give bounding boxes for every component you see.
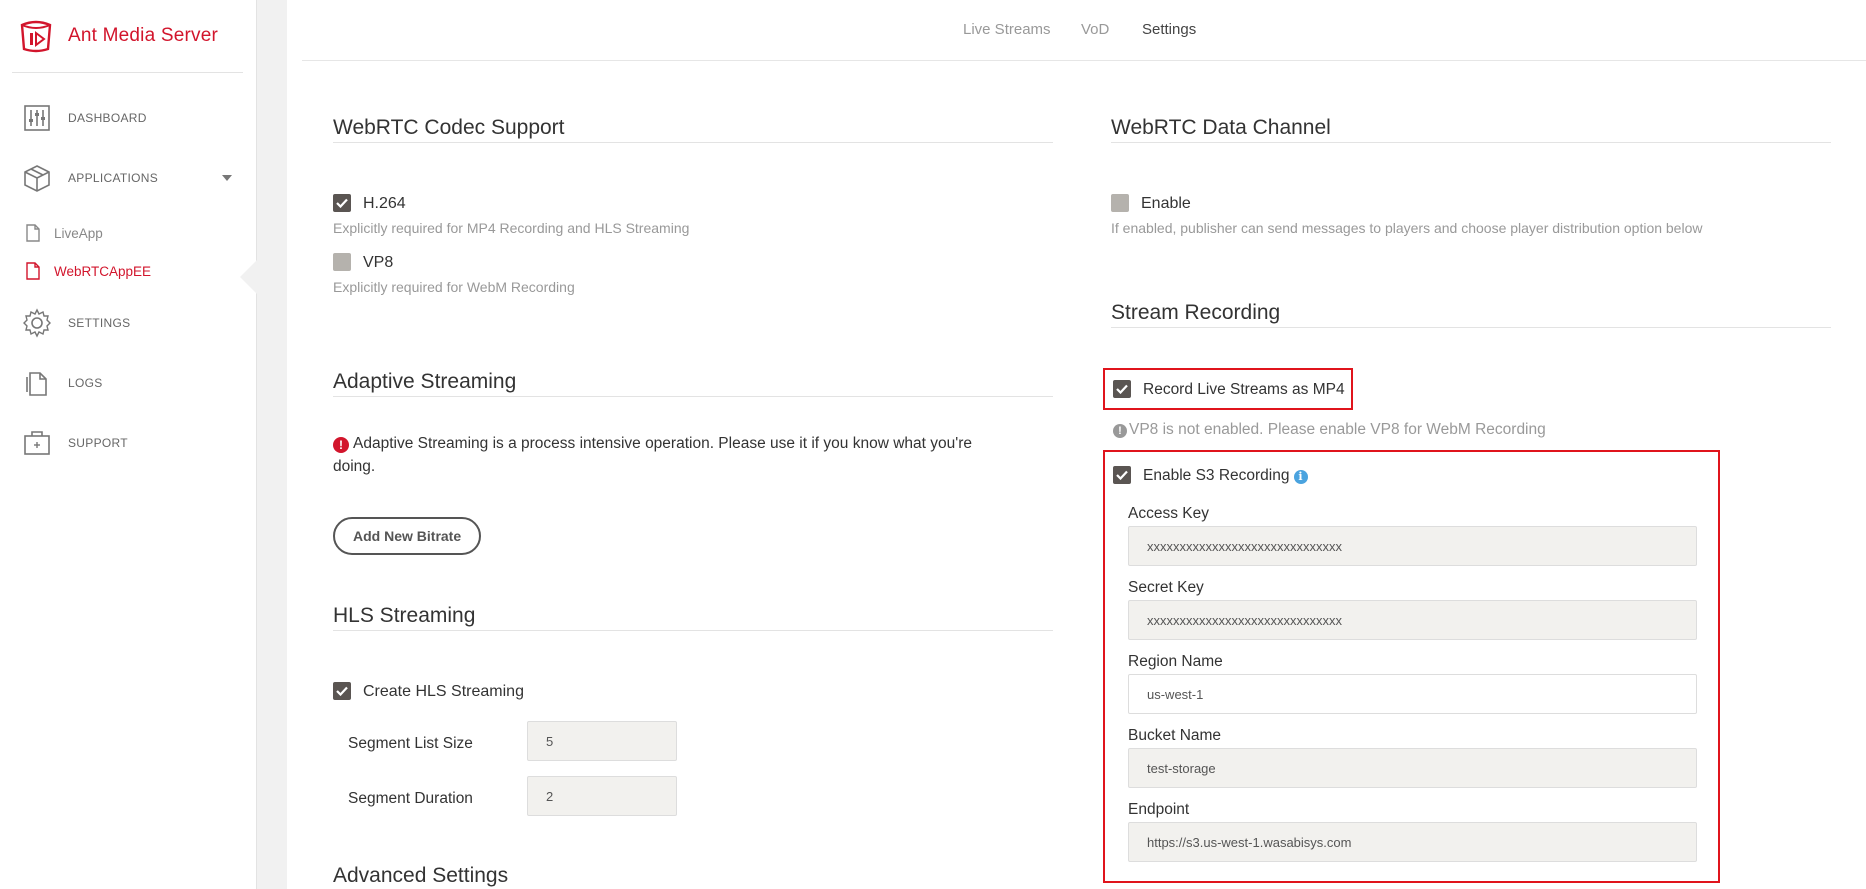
- box-icon: [22, 163, 52, 193]
- support-box-icon: [22, 428, 52, 458]
- create-hls-label: Create HLS Streaming: [363, 683, 524, 700]
- secret-key-input[interactable]: xxxxxxxxxxxxxxxxxxxxxxxxxxxxxx: [1128, 600, 1697, 640]
- vp8-note-text: VP8 is not enabled. Please enable VP8 fo…: [1129, 421, 1546, 438]
- sidebar-item-label: DASHBOARD: [68, 111, 147, 125]
- sidebar-item-label: LOGS: [68, 376, 103, 390]
- h264-checkbox[interactable]: [333, 194, 351, 212]
- advanced-settings-title: Advanced Settings: [333, 864, 509, 887]
- tab-settings[interactable]: Settings: [1142, 21, 1196, 38]
- top-navigation: Live Streams VoD Settings: [302, 0, 1866, 61]
- sidebar-item-logs[interactable]: LOGS: [22, 366, 103, 400]
- h264-label: H.264: [363, 195, 406, 212]
- section-divider: [1111, 327, 1831, 328]
- region-name-input[interactable]: us-west-1: [1128, 674, 1697, 714]
- check-icon: [1116, 384, 1128, 394]
- app-logo[interactable]: Ant Media Server: [18, 18, 218, 54]
- chevron-down-icon[interactable]: [222, 175, 232, 181]
- sidebar-item-support[interactable]: SUPPORT: [22, 426, 128, 460]
- sidebar-app-label: WebRTCAppEE: [54, 263, 152, 279]
- section-divider: [1111, 142, 1831, 143]
- adaptive-streaming-title: Adaptive Streaming: [333, 370, 517, 393]
- s3-recording-checkbox[interactable]: [1113, 466, 1131, 484]
- section-divider: [333, 630, 1053, 631]
- adaptive-warning: ! Adaptive Streaming is a process intensi…: [333, 432, 973, 478]
- sidebar-item-label: SUPPORT: [68, 436, 128, 450]
- segment-duration-label: Segment Duration: [348, 790, 473, 807]
- segment-duration-input[interactable]: 2: [527, 776, 677, 816]
- sidebar-item-label: SETTINGS: [68, 316, 131, 330]
- h264-help: Explicitly required for MP4 Recording an…: [333, 220, 690, 236]
- sidebar-item-label: APPLICATIONS: [68, 171, 159, 185]
- sidebar-divider: [12, 72, 243, 73]
- bucket-name-input[interactable]: test-storage: [1128, 748, 1697, 788]
- hls-streaming-title: HLS Streaming: [333, 604, 476, 627]
- data-channel-enable-checkbox[interactable]: [1111, 194, 1129, 212]
- segment-list-size-input[interactable]: 5: [527, 721, 677, 761]
- check-icon: [336, 198, 348, 208]
- vp8-not-enabled-note: ! VP8 is not enabled. Please enable VP8 f…: [1113, 421, 1546, 439]
- create-hls-checkbox[interactable]: [333, 682, 351, 700]
- vp8-help: Explicitly required for WebM Recording: [333, 279, 575, 295]
- webrtc-data-channel-title: WebRTC Data Channel: [1111, 116, 1331, 139]
- segment-list-size-label: Segment List Size: [348, 735, 473, 752]
- gear-icon: [22, 308, 52, 338]
- vp8-label: VP8: [363, 254, 394, 271]
- sidebar-gutter: [257, 0, 287, 889]
- secret-key-label: Secret Key: [1128, 579, 1204, 596]
- section-divider: [333, 396, 1053, 397]
- data-channel-enable-label: Enable: [1141, 195, 1191, 212]
- access-key-label: Access Key: [1128, 505, 1209, 522]
- sidebar-app-liveapp[interactable]: LiveApp: [26, 221, 103, 245]
- sidebar: Ant Media Server DASHBOARD APPLICATIONS …: [0, 0, 257, 889]
- section-divider: [333, 142, 1053, 143]
- sidebar-app-label: LiveApp: [54, 225, 103, 241]
- info-icon[interactable]: i: [1293, 470, 1308, 484]
- region-name-label: Region Name: [1128, 653, 1223, 670]
- endpoint-input[interactable]: https://s3.us-west-1.wasabisys.com: [1128, 822, 1697, 862]
- sidebar-item-settings[interactable]: SETTINGS: [22, 306, 130, 340]
- check-icon: [1116, 470, 1128, 480]
- record-mp4-checkbox[interactable]: [1113, 380, 1131, 398]
- file-icon: [26, 262, 40, 280]
- exclamation-icon: !: [1113, 424, 1127, 438]
- vp8-checkbox[interactable]: [333, 253, 351, 271]
- file-icon: [26, 224, 40, 242]
- s3-recording-label: Enable S3 Recording i: [1143, 467, 1308, 485]
- bucket-name-label: Bucket Name: [1128, 727, 1222, 744]
- sidebar-item-dashboard[interactable]: DASHBOARD: [22, 101, 147, 135]
- endpoint-label: Endpoint: [1128, 801, 1190, 818]
- data-channel-help: If enabled, publisher can send messages …: [1111, 220, 1703, 236]
- sidebar-item-applications[interactable]: APPLICATIONS: [22, 161, 158, 195]
- sliders-icon: [22, 103, 52, 133]
- add-new-bitrate-button[interactable]: Add New Bitrate: [333, 517, 482, 555]
- stream-recording-title: Stream Recording: [1111, 301, 1281, 324]
- files-icon: [22, 368, 52, 398]
- exclamation-icon: !: [333, 437, 349, 453]
- sidebar-app-webrtcappee[interactable]: WebRTCAppEE: [26, 259, 151, 283]
- tab-live-streams[interactable]: Live Streams: [963, 21, 1051, 38]
- app-name: Ant Media Server: [68, 25, 218, 46]
- webrtc-codec-title: WebRTC Codec Support: [333, 116, 565, 139]
- active-app-pointer: [240, 260, 257, 294]
- record-mp4-label: Record Live Streams as MP4: [1143, 381, 1345, 398]
- ant-media-logo-icon: [20, 20, 52, 53]
- access-key-input[interactable]: xxxxxxxxxxxxxxxxxxxxxxxxxxxxxx: [1128, 526, 1697, 566]
- check-icon: [336, 686, 348, 696]
- adaptive-warning-text: Adaptive Streaming is a process intensiv…: [333, 435, 972, 475]
- tab-vod[interactable]: VoD: [1081, 21, 1109, 38]
- s3-recording-text: Enable S3 Recording: [1143, 467, 1290, 484]
